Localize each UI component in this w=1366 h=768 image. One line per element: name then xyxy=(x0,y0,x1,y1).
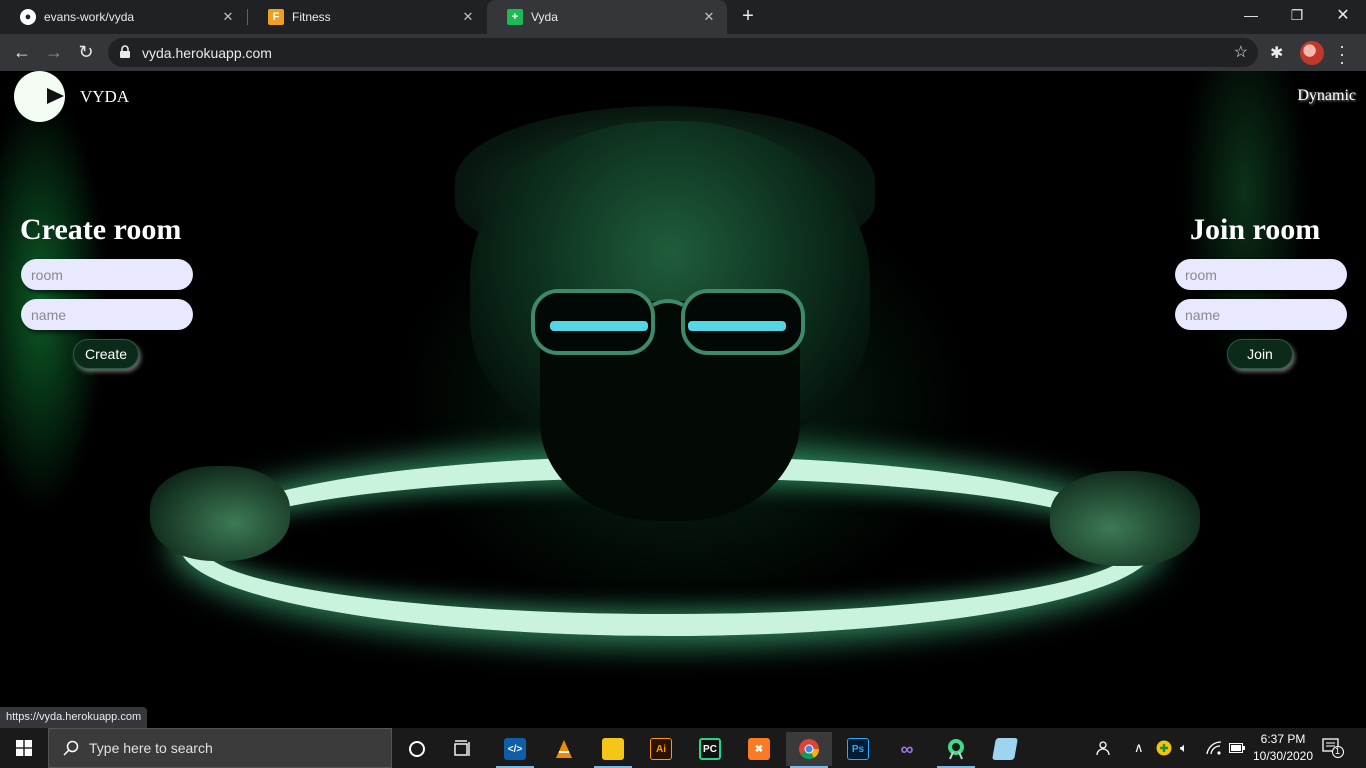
android-studio-icon[interactable] xyxy=(933,732,979,768)
tray-app-plus-icon[interactable] xyxy=(1156,728,1172,768)
reload-button[interactable]: ↻ xyxy=(74,40,98,64)
xampp-icon[interactable]: ✖ xyxy=(736,732,782,766)
people-icon[interactable] xyxy=(1096,728,1114,768)
taskbar-search-box[interactable]: Type here to search xyxy=(48,728,392,768)
system-clock[interactable]: 6:37 PM 10/30/2020 xyxy=(1250,731,1316,765)
photoshop-icon[interactable]: Ps xyxy=(835,732,881,766)
file-explorer-icon[interactable] xyxy=(590,732,636,768)
background-photo-right-hand xyxy=(1050,471,1200,566)
close-tab-icon[interactable]: ✕ xyxy=(460,9,476,25)
windows-taskbar: Type here to search </> Ai PC ✖ Ps ∞ ∧ 🔈… xyxy=(0,728,1366,768)
cortana-icon[interactable] xyxy=(394,732,440,766)
lock-icon[interactable] xyxy=(118,45,132,59)
volume-icon[interactable]: 🔈︎ xyxy=(1180,728,1188,768)
battery-icon[interactable] xyxy=(1229,728,1245,768)
extensions-puzzle-icon[interactable]: ✱ xyxy=(1270,43,1283,63)
vlc-icon[interactable] xyxy=(541,732,587,766)
tab-vyda[interactable]: + Vyda ✕ xyxy=(487,0,727,34)
tab-title: Fitness xyxy=(292,10,331,24)
create-name-input[interactable] xyxy=(21,299,193,330)
play-icon xyxy=(47,88,64,104)
profile-avatar[interactable] xyxy=(1300,41,1324,65)
notepad-icon[interactable] xyxy=(982,732,1028,766)
visual-studio-icon[interactable]: ∞ xyxy=(884,732,930,766)
create-room-title: Create room xyxy=(20,213,182,246)
task-view-icon[interactable] xyxy=(440,732,486,766)
create-room-input[interactable] xyxy=(21,259,193,290)
join-button[interactable]: Join xyxy=(1227,339,1293,369)
vyda-page: VYDA Dynamic Create room Create Join roo… xyxy=(0,71,1366,728)
create-button[interactable]: Create xyxy=(73,339,139,369)
fitness-f-icon: F xyxy=(268,9,284,25)
join-room-title: Join room xyxy=(1190,213,1321,246)
vyda-plus-icon: + xyxy=(507,9,523,25)
window-close-button[interactable]: ✕ xyxy=(1320,0,1366,30)
join-room-input[interactable] xyxy=(1175,259,1347,290)
search-icon xyxy=(63,740,79,756)
close-tab-icon[interactable]: ✕ xyxy=(220,9,236,25)
close-tab-icon[interactable]: ✕ xyxy=(701,9,717,25)
tab-title: Vyda xyxy=(531,10,558,24)
bookmark-star-icon[interactable]: ☆ xyxy=(1234,42,1248,62)
vscode-icon[interactable]: </> xyxy=(492,732,538,768)
windows-logo-icon xyxy=(16,740,32,756)
back-button[interactable]: ← xyxy=(10,40,34,64)
action-center-icon[interactable]: 1 xyxy=(1322,738,1344,758)
status-bar-url: https://vyda.herokuapp.com xyxy=(0,707,148,728)
tab-fitness[interactable]: F Fitness ✕ xyxy=(248,0,486,34)
browser-tab-bar: ● evans-work/vyda ✕ F Fitness ✕ + Vyda ✕… xyxy=(0,0,1366,34)
dynamic-link[interactable]: Dynamic xyxy=(1297,87,1356,105)
start-button[interactable] xyxy=(0,728,48,768)
brand-name: VYDA xyxy=(80,87,130,106)
clock-date: 10/30/2020 xyxy=(1252,749,1314,763)
new-tab-button[interactable]: + xyxy=(738,6,758,27)
url-text: vyda.herokuapp.com xyxy=(142,45,272,61)
github-icon: ● xyxy=(20,9,36,25)
chrome-icon[interactable] xyxy=(786,732,832,768)
restore-button[interactable]: ❐ xyxy=(1274,0,1320,30)
tab-title: evans-work/vyda xyxy=(44,10,135,24)
search-placeholder: Type here to search xyxy=(89,740,213,756)
minimize-button[interactable]: — xyxy=(1228,0,1274,30)
browser-toolbar: ← → ↻ vyda.herokuapp.com ☆ xyxy=(0,34,1366,71)
forward-button[interactable]: → xyxy=(42,40,66,64)
pycharm-icon[interactable]: PC xyxy=(687,732,733,766)
illustrator-icon[interactable]: Ai xyxy=(638,732,684,766)
tab-github[interactable]: ● evans-work/vyda ✕ xyxy=(0,0,246,34)
wifi-icon[interactable] xyxy=(1206,728,1222,768)
address-bar[interactable]: vyda.herokuapp.com ☆ xyxy=(108,38,1258,67)
background-photo-left-hand xyxy=(150,466,290,561)
show-hidden-icons-chevron-icon[interactable]: ∧ xyxy=(1134,728,1144,768)
join-name-input[interactable] xyxy=(1175,299,1347,330)
background-photo-glasses xyxy=(531,289,805,355)
browser-menu-icon[interactable]: · · · xyxy=(1336,37,1348,71)
notification-count: 1 xyxy=(1335,746,1341,756)
clock-time: 6:37 PM xyxy=(1260,732,1306,746)
